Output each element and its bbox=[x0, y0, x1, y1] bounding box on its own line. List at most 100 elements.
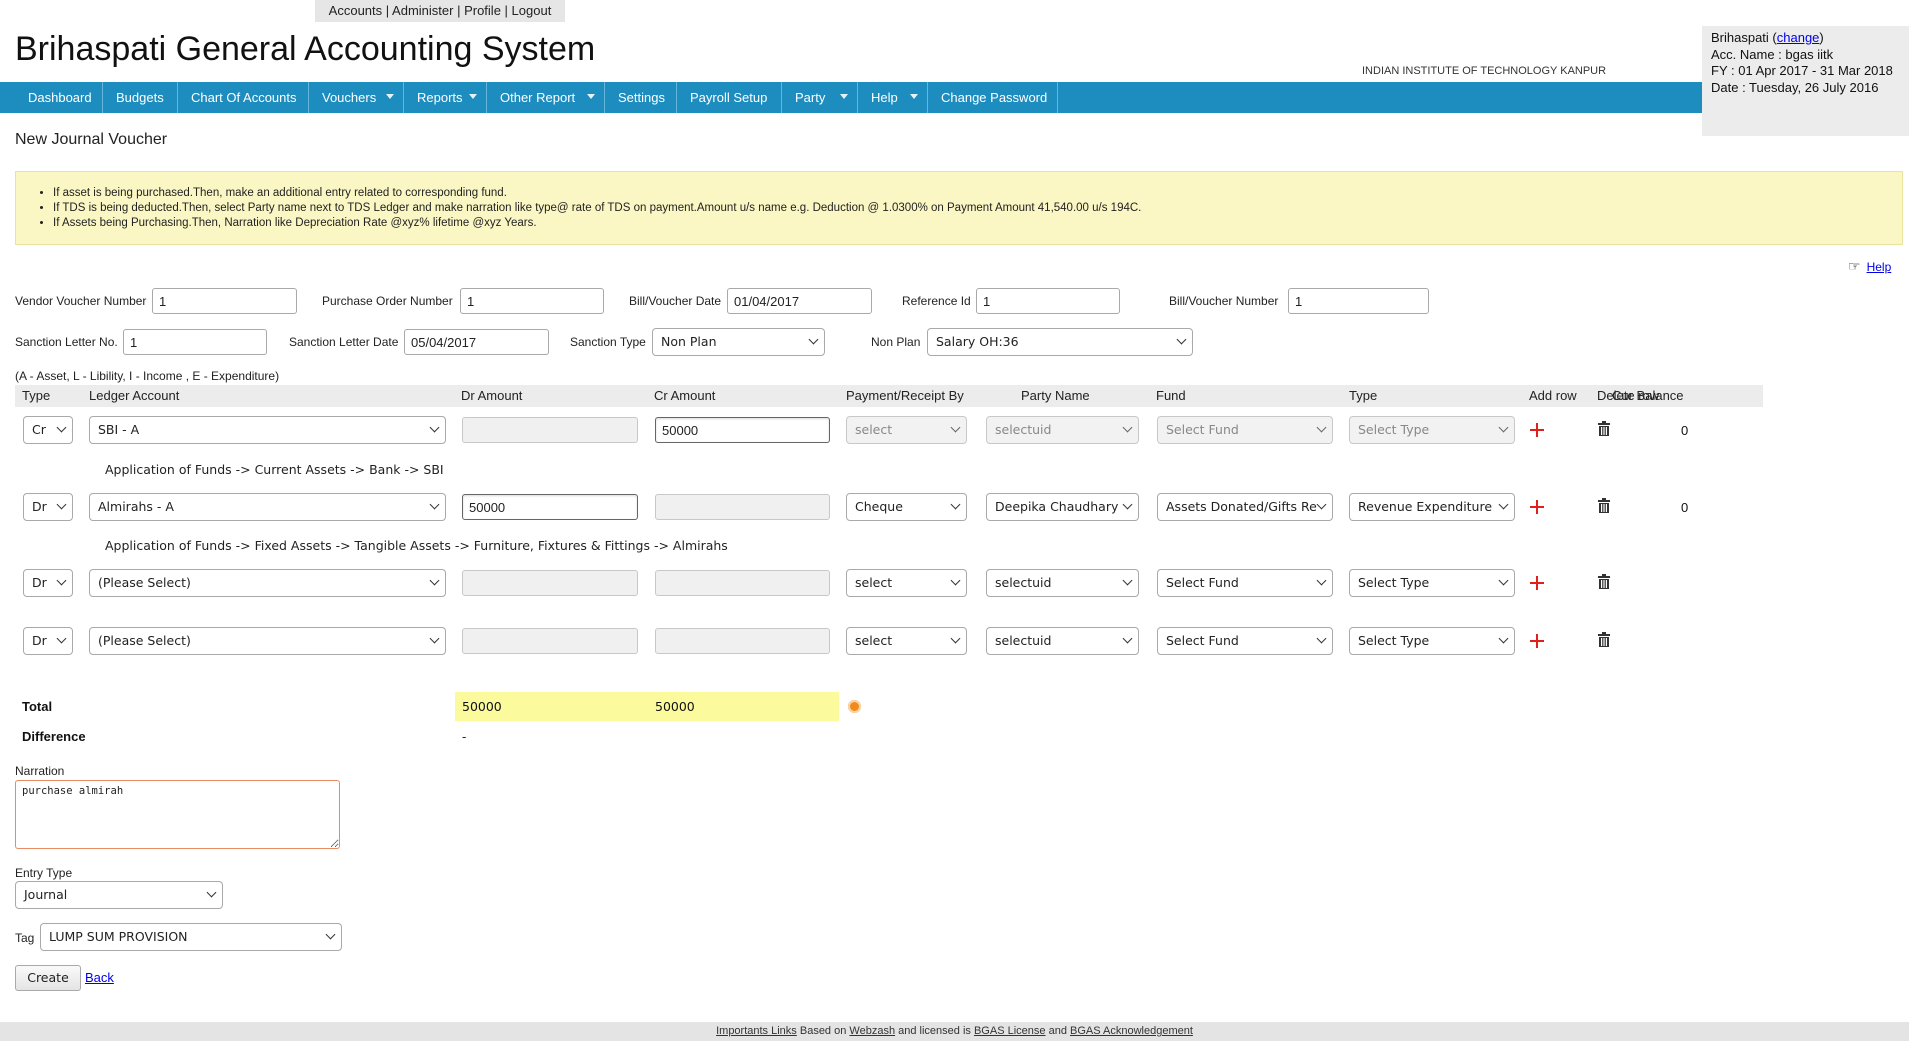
dr-amount-input[interactable] bbox=[462, 570, 638, 596]
chevron-down-icon bbox=[56, 499, 67, 510]
add-row-icon[interactable] bbox=[1529, 575, 1545, 591]
nav-settings[interactable]: Settings bbox=[605, 82, 677, 113]
logout-link[interactable]: Logout bbox=[512, 3, 552, 18]
footer-and: and bbox=[1048, 1025, 1067, 1037]
col-dr-amount: Dr Amount bbox=[461, 388, 523, 403]
ledger-account-select[interactable]: (Please Select) bbox=[89, 569, 446, 597]
fund-select[interactable]: Assets Donated/Gifts Re bbox=[1157, 493, 1333, 521]
reference-id-input[interactable] bbox=[976, 288, 1120, 314]
fund-select[interactable]: Select Fund bbox=[1157, 627, 1333, 655]
account-user: Brihaspati bbox=[1711, 30, 1769, 45]
party-name-select[interactable]: selectuid bbox=[986, 627, 1139, 655]
nav-reports[interactable]: Reports bbox=[404, 82, 487, 113]
payment-by-select[interactable]: select bbox=[846, 416, 967, 444]
delete-row-icon[interactable] bbox=[1597, 632, 1611, 648]
important-links-link[interactable]: Importants Links bbox=[716, 1025, 797, 1037]
chevron-down-icon bbox=[56, 633, 67, 644]
party-name-select[interactable]: selectuid bbox=[986, 569, 1139, 597]
profile-link[interactable]: Profile bbox=[464, 3, 501, 18]
dr-amount-input[interactable] bbox=[462, 628, 638, 654]
webzash-link[interactable]: Webzash bbox=[849, 1025, 895, 1037]
payment-by-select[interactable]: select bbox=[846, 627, 967, 655]
footer-licensed: and licensed is bbox=[898, 1025, 971, 1037]
chevron-down-icon bbox=[429, 499, 440, 510]
chevron-down-icon bbox=[1122, 499, 1133, 510]
party-name-value: Deepika Chaudhary bbox=[995, 499, 1119, 514]
page-title: New Journal Voucher bbox=[15, 131, 168, 148]
delete-row-icon[interactable] bbox=[1597, 574, 1611, 590]
payment-by-select[interactable]: Cheque bbox=[846, 493, 967, 521]
chevron-down-icon bbox=[1498, 422, 1509, 433]
ledger-account-select[interactable]: SBI - A bbox=[89, 416, 446, 444]
expense-type-value: Select Type bbox=[1358, 422, 1430, 437]
col-add-row: Add row bbox=[1529, 388, 1577, 403]
non-plan-select[interactable]: Salary OH:36 bbox=[927, 328, 1193, 356]
nav-payroll-setup[interactable]: Payroll Setup bbox=[677, 82, 782, 113]
expense-type-select[interactable]: Select Type bbox=[1349, 627, 1515, 655]
account-type-legend: (A - Asset, L - Libility, I - Income , E… bbox=[15, 369, 280, 383]
chevron-down-icon bbox=[469, 94, 477, 99]
fund-select[interactable]: Select Fund bbox=[1157, 416, 1333, 444]
nav-change-password[interactable]: Change Password bbox=[928, 82, 1058, 113]
help-link[interactable]: ☞ Help bbox=[1848, 258, 1891, 275]
sanction-letter-date-input[interactable] bbox=[404, 329, 549, 355]
dr-amount-input[interactable] bbox=[462, 417, 638, 443]
payment-by-select[interactable]: select bbox=[846, 569, 967, 597]
chevron-down-icon bbox=[429, 575, 440, 586]
bgas-acknowledgement-link[interactable]: BGAS Acknowledgement bbox=[1070, 1025, 1193, 1037]
row-type-select[interactable]: Dr bbox=[23, 569, 73, 597]
row-type-select[interactable]: Dr bbox=[23, 493, 73, 521]
add-row-icon[interactable] bbox=[1529, 422, 1545, 438]
nav-help[interactable]: Help bbox=[858, 82, 928, 113]
nav-budgets[interactable]: Budgets bbox=[103, 82, 178, 113]
sanction-type-select[interactable]: Non Plan bbox=[652, 328, 825, 356]
fund-value: Select Fund bbox=[1166, 575, 1239, 590]
add-row-icon[interactable] bbox=[1529, 499, 1545, 515]
cr-amount-input[interactable] bbox=[655, 417, 830, 443]
fund-select[interactable]: Select Fund bbox=[1157, 569, 1333, 597]
expense-type-select[interactable]: Select Type bbox=[1349, 416, 1515, 444]
bill-voucher-number-input[interactable] bbox=[1288, 288, 1429, 314]
row-type-select[interactable]: Dr bbox=[23, 627, 73, 655]
entry-type-select[interactable]: Journal bbox=[15, 881, 223, 909]
administer-link[interactable]: Administer bbox=[392, 3, 453, 18]
accounts-link[interactable]: Accounts bbox=[329, 3, 382, 18]
current-date: Date : Tuesday, 26 July 2016 bbox=[1711, 79, 1879, 95]
chevron-down-icon bbox=[1122, 575, 1133, 586]
vendor-voucher-number-input[interactable] bbox=[152, 288, 297, 314]
row-type-value: Dr bbox=[32, 499, 47, 514]
ledger-account-value: (Please Select) bbox=[98, 633, 191, 648]
nav-vouchers[interactable]: Vouchers bbox=[309, 82, 404, 113]
narration-textarea[interactable]: purchase almirah bbox=[15, 780, 340, 849]
nav-chart-of-accounts[interactable]: Chart Of Accounts bbox=[178, 82, 309, 113]
tag-select[interactable]: LUMP SUM PROVISION bbox=[40, 923, 342, 951]
cr-amount-input[interactable] bbox=[655, 570, 830, 596]
party-name-select[interactable]: Deepika Chaudhary bbox=[986, 493, 1139, 521]
create-button[interactable]: Create bbox=[15, 965, 81, 991]
nav-dashboard[interactable]: Dashboard bbox=[15, 82, 103, 113]
cr-amount-input[interactable] bbox=[655, 494, 830, 520]
expense-type-select[interactable]: Select Type bbox=[1349, 569, 1515, 597]
account-name: Acc. Name : bgas iitk bbox=[1711, 46, 1834, 62]
party-name-select[interactable]: selectuid bbox=[986, 416, 1139, 444]
notice-item: If TDS is being deducted.Then, select Pa… bbox=[53, 201, 1902, 216]
entry-type-value: Journal bbox=[24, 887, 68, 902]
nav-other-report[interactable]: Other Report bbox=[487, 82, 605, 113]
expense-type-select[interactable]: Revenue Expenditure bbox=[1349, 493, 1515, 521]
change-account-link[interactable]: change bbox=[1777, 30, 1820, 45]
cr-amount-input[interactable] bbox=[655, 628, 830, 654]
purchase-order-number-input[interactable] bbox=[460, 288, 604, 314]
row-type-select[interactable]: Cr bbox=[23, 416, 73, 444]
sanction-letter-no-input[interactable] bbox=[123, 329, 267, 355]
dr-amount-input[interactable] bbox=[462, 494, 638, 520]
ledger-account-select[interactable]: (Please Select) bbox=[89, 627, 446, 655]
add-row-icon[interactable] bbox=[1529, 633, 1545, 649]
back-link[interactable]: Back bbox=[85, 970, 114, 985]
recalculate-icon[interactable] bbox=[848, 700, 861, 713]
delete-row-icon[interactable] bbox=[1597, 421, 1611, 437]
bgas-license-link[interactable]: BGAS License bbox=[974, 1025, 1046, 1037]
delete-row-icon[interactable] bbox=[1597, 498, 1611, 514]
nav-party[interactable]: Party bbox=[782, 82, 858, 113]
bill-voucher-date-input[interactable] bbox=[727, 288, 872, 314]
ledger-account-select[interactable]: Almirahs - A bbox=[89, 493, 446, 521]
